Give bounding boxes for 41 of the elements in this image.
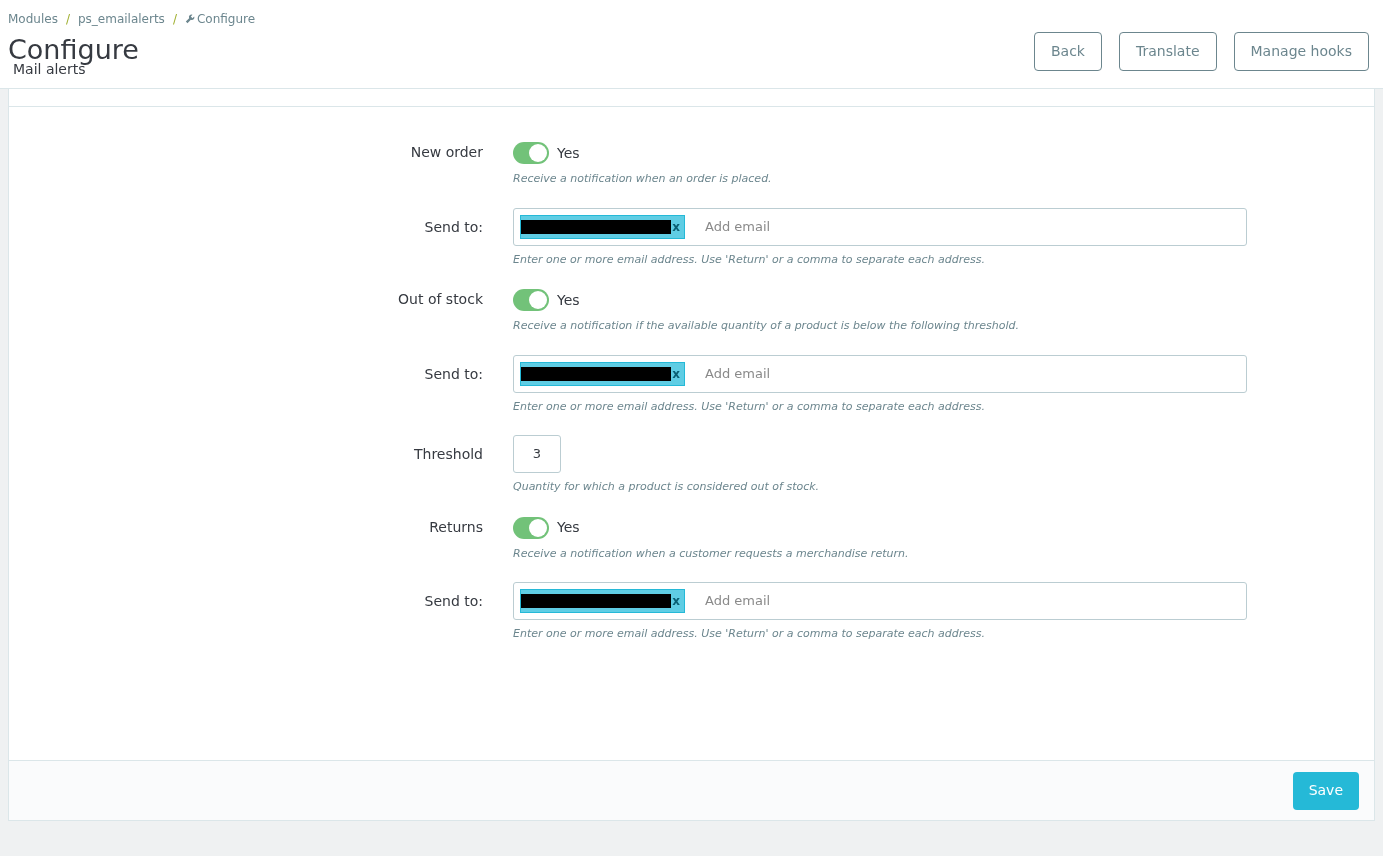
toolbar-button[interactable]: Manage hooks — [1233, 32, 1369, 71]
switch-label: Yes — [557, 518, 580, 537]
field-label: New order — [409, 143, 483, 162]
toggle-switch[interactable] — [513, 516, 549, 539]
field-label: Send to: — [423, 217, 483, 237]
help-text: Enter one or more email address. Use 'Return' or a comma to separate each address. — [513, 398, 987, 415]
breadcrumb-link[interactable]: Modules — [8, 10, 58, 28]
email-input[interactable]: Add email — [705, 591, 1240, 611]
field-label: Returns — [428, 517, 483, 537]
toolbar-button[interactable]: Back — [1033, 32, 1102, 71]
email-tags-field[interactable]: x Add email — [513, 354, 1247, 393]
breadcrumb-link[interactable]: ps_emailalerts — [77, 10, 165, 28]
help-text: Receive a notification when an order is placed. — [513, 171, 772, 187]
help-text: Enter one or more email address. Use 'Return' or a comma to separate each address. — [513, 626, 987, 642]
help-text: Enter one or more email address. Use 'Return' or a comma to separate each address. — [513, 251, 987, 268]
help-text: Quantity for which a product is considered out of stock. — [513, 479, 820, 495]
email-input[interactable]: Add email — [705, 216, 1240, 237]
toolbar-button[interactable]: Translate — [1118, 32, 1217, 71]
threshold-input[interactable]: 3 — [513, 435, 561, 473]
field-label: Send to: — [423, 364, 483, 384]
toggle-switch[interactable] — [513, 142, 549, 164]
save-button[interactable]: Save — [1292, 771, 1359, 810]
wrench-icon — [184, 14, 195, 24]
remove-tag-button[interactable]: x — [672, 217, 680, 236]
field-label: Out of stock — [397, 290, 483, 309]
breadcrumb-separator: / — [172, 11, 177, 28]
help-text: Receive a notification when a customer requests a merchandise return. — [513, 545, 909, 562]
switch-label: Yes — [557, 290, 580, 310]
email-tags-field[interactable]: x Add email — [513, 207, 1247, 246]
remove-tag-button[interactable]: x — [672, 592, 680, 610]
toggle-switch[interactable] — [513, 289, 549, 311]
breadcrumb-link[interactable]: Configure — [196, 10, 256, 28]
field-label: Threshold — [413, 445, 483, 464]
field-label: Send to: — [423, 592, 483, 611]
remove-tag-button[interactable]: x — [672, 364, 680, 383]
breadcrumb-separator: / — [65, 11, 70, 28]
switch-label: Yes — [557, 143, 580, 163]
email-input[interactable]: Add email — [705, 363, 1240, 384]
help-text: Receive a notification if the available quantity of a product is below the following threshold. — [513, 318, 1020, 334]
email-tags-field[interactable]: x Add email — [513, 582, 1247, 620]
page-title: Configure — [8, 34, 140, 65]
